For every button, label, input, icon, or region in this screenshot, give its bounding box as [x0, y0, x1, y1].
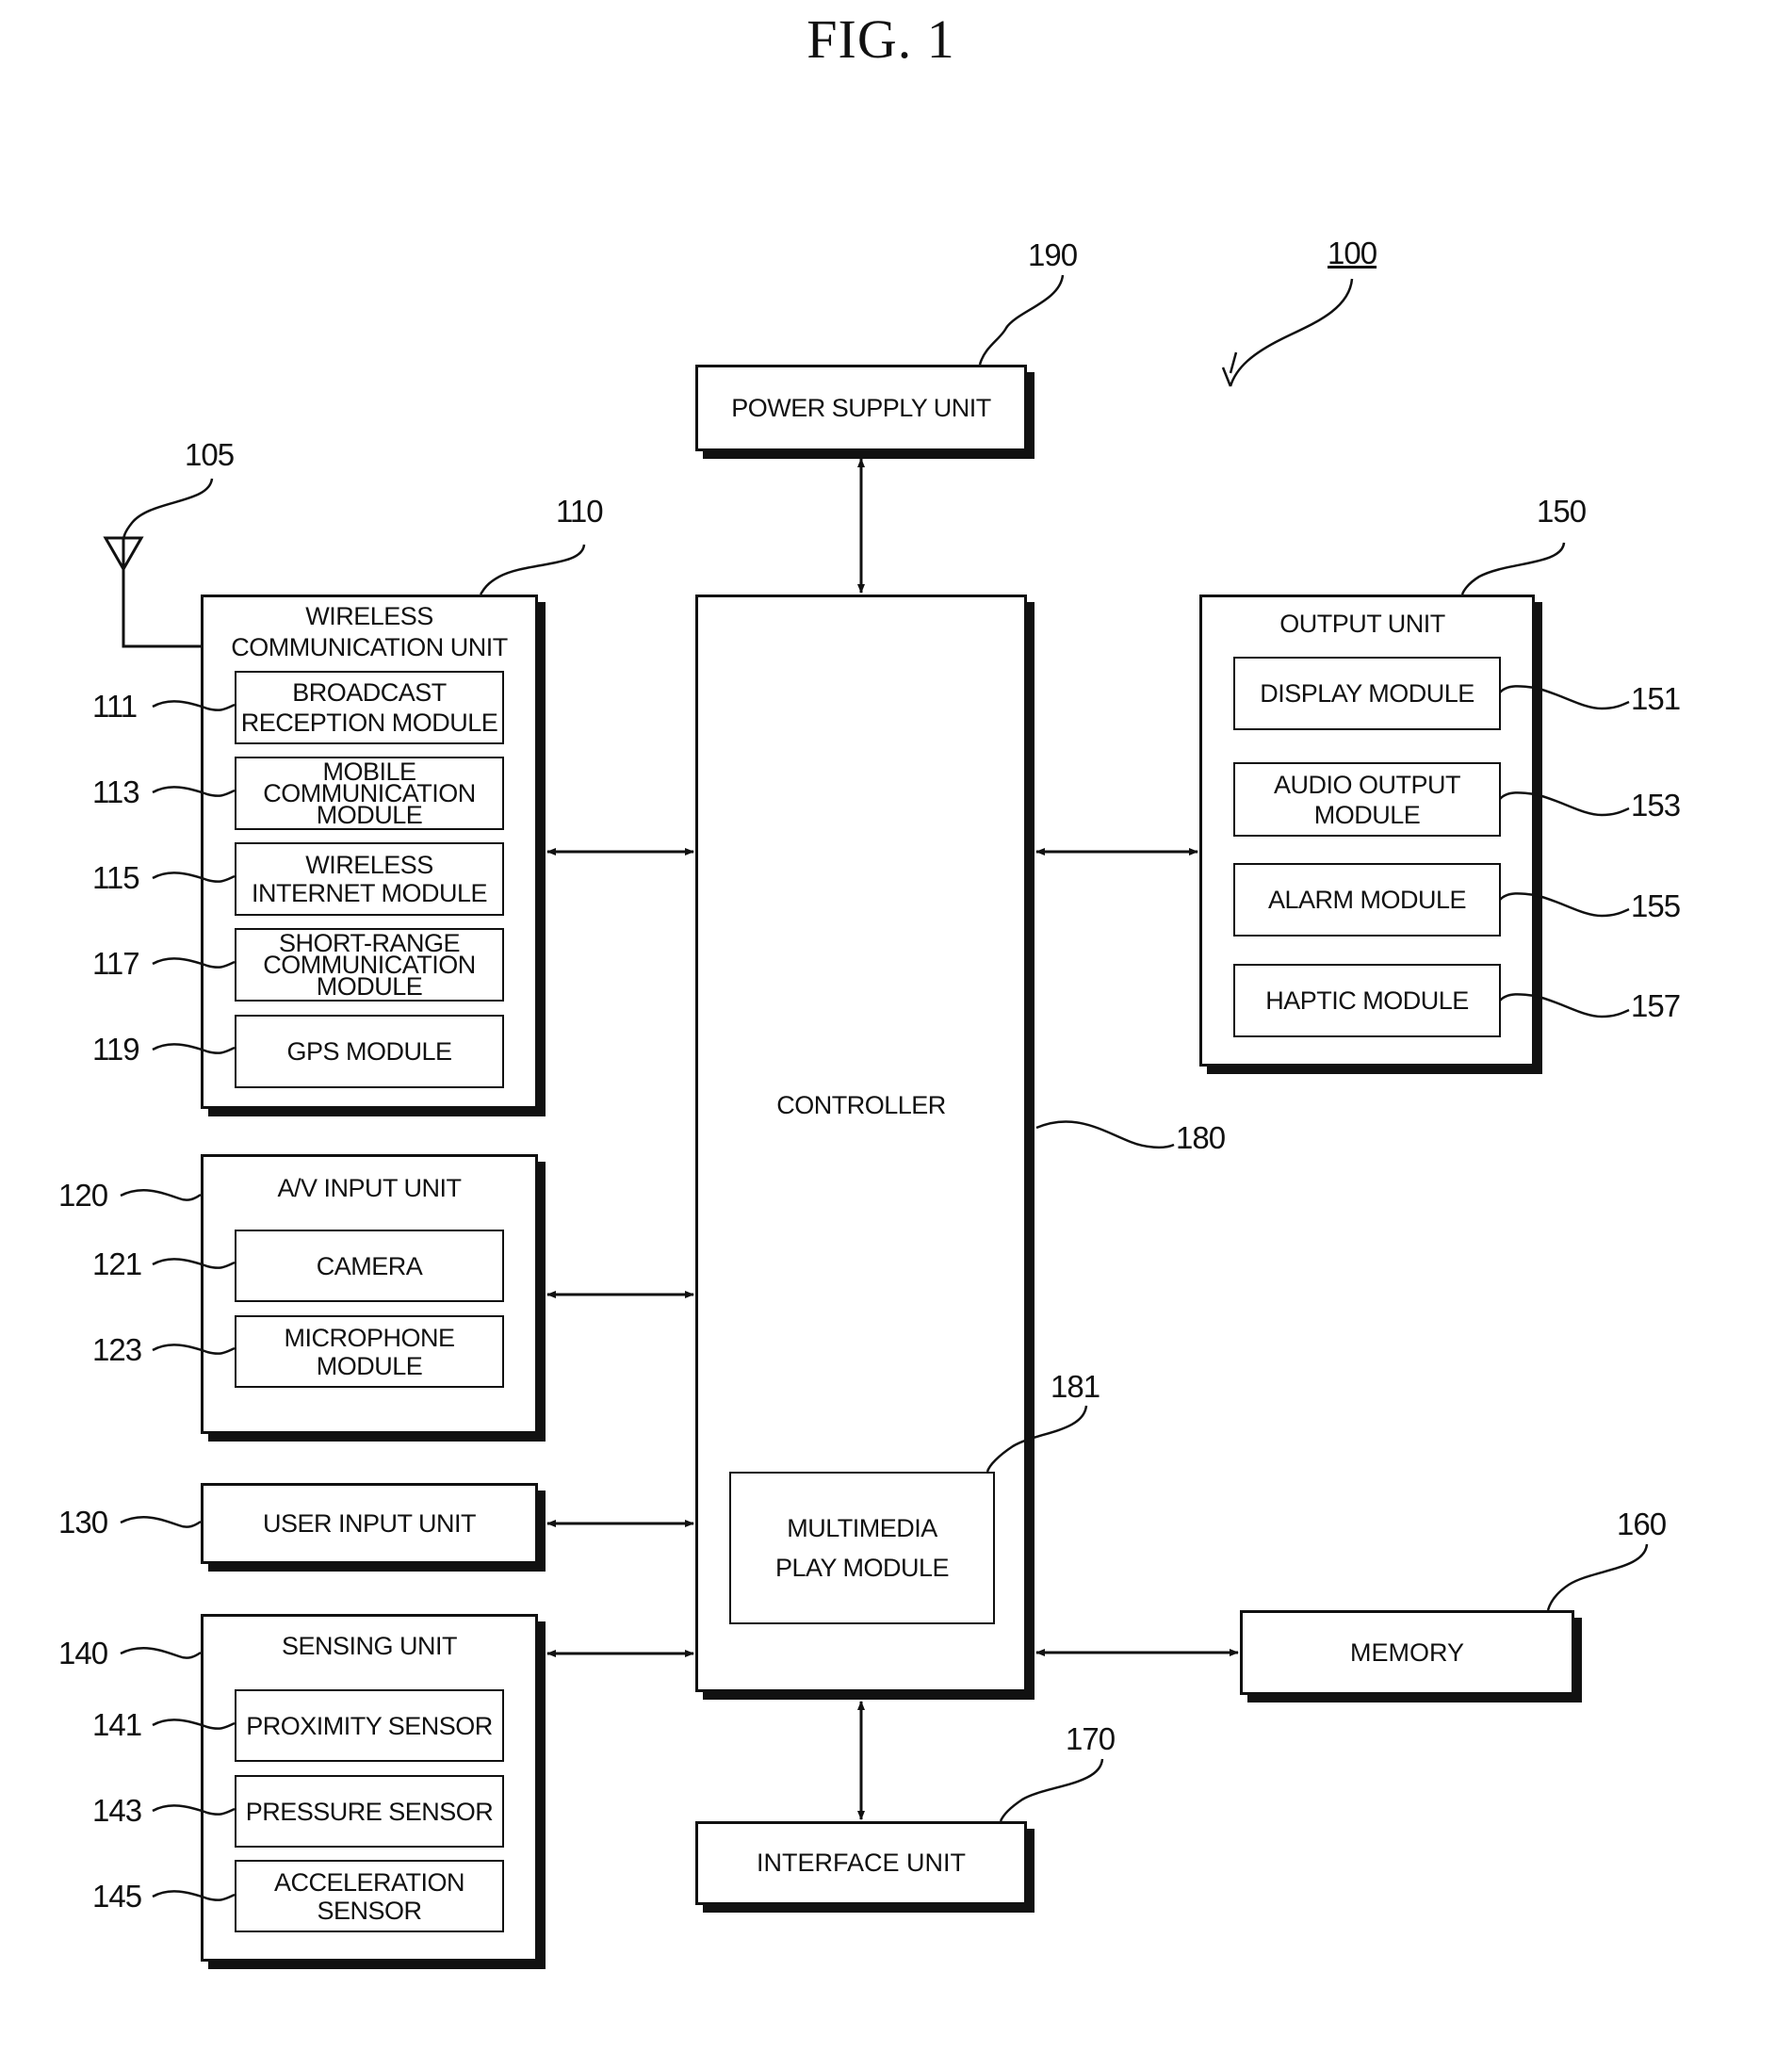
- antenna-icon: [103, 536, 201, 648]
- ref-153: 153: [1631, 788, 1681, 823]
- module-label-line: HAPTIC MODULE: [1265, 986, 1469, 1015]
- ref-119: 119: [92, 1032, 140, 1067]
- ref-113: 113: [92, 774, 140, 809]
- proximity-sensor: PROXIMITY SENSOR: [235, 1689, 504, 1762]
- memory-block: MEMORY: [1240, 1610, 1574, 1695]
- ref-105: 105: [185, 437, 235, 472]
- controller-block: CONTROLLER MULTIMEDIA PLAY MODULE: [695, 595, 1027, 1692]
- ref-150: 150: [1537, 494, 1587, 529]
- av-input-unit-title: A/V INPUT UNIT: [277, 1174, 462, 1202]
- module-label-line: ALARM MODULE: [1267, 886, 1467, 914]
- pressure-sensor: PRESSURE SENSOR: [235, 1775, 504, 1848]
- ref-130: 130: [58, 1505, 108, 1540]
- module-label-line: INTERNET MODULE: [251, 879, 488, 907]
- multimedia-play-module-block: MULTIMEDIA PLAY MODULE: [729, 1472, 995, 1624]
- output-unit-block: OUTPUT UNIT DISPLAY MODULE AUDIO OUTPUT …: [1199, 595, 1535, 1067]
- module-label-line: PROXIMITY SENSOR: [246, 1711, 493, 1740]
- wireless-unit-title-line2: COMMUNICATION UNIT: [231, 633, 508, 661]
- ref-143: 143: [92, 1793, 142, 1828]
- ref-110: 110: [556, 494, 604, 529]
- memory-label: MEMORY: [1349, 1637, 1464, 1667]
- ref-180: 180: [1176, 1120, 1226, 1155]
- module-label-line: MODULE: [316, 971, 423, 1001]
- ref-140: 140: [58, 1636, 108, 1670]
- acceleration-sensor: ACCELERATION SENSOR: [235, 1860, 504, 1932]
- module-label-line: DISPLAY MODULE: [1260, 679, 1474, 708]
- ref-190: 190: [1028, 237, 1078, 272]
- ref-117: 117: [92, 946, 140, 981]
- mobile-communication-module: MOBILE COMMUNICATION MODULE: [235, 757, 504, 830]
- wireless-internet-module: WIRELESS INTERNET MODULE: [235, 842, 504, 916]
- haptic-module: HAPTIC MODULE: [1233, 964, 1501, 1037]
- ref-120: 120: [58, 1178, 108, 1213]
- ref-121: 121: [92, 1246, 142, 1281]
- output-unit-title: OUTPUT UNIT: [1279, 610, 1445, 638]
- module-label-line: MICROPHONE: [284, 1323, 455, 1352]
- module-label-line: MODULE: [316, 1351, 423, 1380]
- sensing-unit-title: SENSING UNIT: [281, 1632, 458, 1660]
- module-label-line: GPS MODULE: [286, 1037, 452, 1066]
- short-range-communication-module: SHORT-RANGE COMMUNICATION MODULE: [235, 928, 504, 1002]
- module-label-line: CAMERA: [316, 1251, 423, 1280]
- ref-100: 100: [1328, 236, 1377, 270]
- wireless-communication-unit-block: WIRELESS COMMUNICATION UNIT BROADCAST RE…: [201, 595, 538, 1109]
- ref-151: 151: [1631, 681, 1681, 716]
- module-label-line: AUDIO OUTPUT: [1273, 770, 1461, 799]
- user-input-unit-label: USER INPUT UNIT: [262, 1508, 477, 1538]
- module-label-line: MODULE: [1313, 800, 1421, 829]
- interface-unit-block: INTERFACE UNIT: [695, 1821, 1027, 1905]
- module-label-line: BROADCAST: [292, 678, 447, 707]
- alarm-module: ALARM MODULE: [1233, 863, 1501, 937]
- ref-160: 160: [1617, 1507, 1667, 1541]
- ref-170: 170: [1066, 1721, 1116, 1756]
- ref-181: 181: [1051, 1369, 1100, 1404]
- figure-title: FIG. 1: [806, 8, 955, 70]
- module-label-line: ACCELERATION: [273, 1867, 465, 1897]
- multimedia-label-line2: PLAY MODULE: [774, 1554, 950, 1582]
- user-input-unit-block: USER INPUT UNIT: [201, 1483, 538, 1564]
- module-label-line: PRESSURE SENSOR: [245, 1797, 494, 1826]
- power-supply-unit-block: POWER SUPPLY UNIT: [695, 365, 1027, 451]
- ref-111: 111: [92, 689, 138, 724]
- wireless-unit-title-line1: WIRELESS: [305, 602, 433, 630]
- interface-unit-label: INTERFACE UNIT: [756, 1849, 966, 1877]
- multimedia-label-line1: MULTIMEDIA: [787, 1514, 937, 1542]
- display-module: DISPLAY MODULE: [1233, 657, 1501, 730]
- module-label-line: WIRELESS: [305, 851, 433, 879]
- ref-141: 141: [92, 1707, 142, 1742]
- audio-output-module: AUDIO OUTPUT MODULE: [1233, 762, 1501, 837]
- ref-123: 123: [92, 1332, 142, 1367]
- av-input-unit-block: A/V INPUT UNIT CAMERA MICROPHONE MODULE: [201, 1154, 538, 1434]
- module-label-line: MODULE: [316, 800, 423, 829]
- sensing-unit-block: SENSING UNIT PROXIMITY SENSOR PRESSURE S…: [201, 1614, 538, 1962]
- power-supply-unit-label: POWER SUPPLY UNIT: [731, 393, 991, 422]
- gps-module: GPS MODULE: [235, 1015, 504, 1088]
- module-label-line: SENSOR: [317, 1896, 422, 1925]
- camera-module: CAMERA: [235, 1230, 504, 1302]
- broadcast-reception-module: BROADCAST RECEPTION MODULE: [235, 671, 504, 744]
- controller-label: CONTROLLER: [776, 1091, 946, 1119]
- module-label-line: RECEPTION MODULE: [240, 709, 498, 737]
- ref-157: 157: [1631, 988, 1681, 1023]
- ref-115: 115: [92, 860, 140, 895]
- microphone-module: MICROPHONE MODULE: [235, 1315, 504, 1388]
- ref-145: 145: [92, 1879, 142, 1914]
- ref-155: 155: [1631, 888, 1681, 923]
